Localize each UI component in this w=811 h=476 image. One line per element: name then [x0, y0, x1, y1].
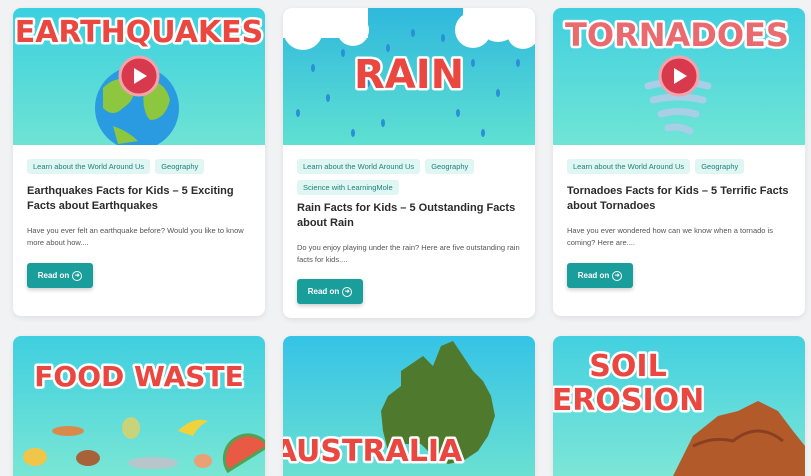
article-excerpt: Do you enjoy playing under the rain? Her… [297, 243, 520, 264]
article-excerpt: Have you ever wondered how can we know w… [567, 226, 773, 247]
tag[interactable]: Learn about the World Around Us [27, 159, 151, 174]
play-icon[interactable] [658, 55, 700, 97]
article-title[interactable]: Tornadoes Facts for Kids – 5 Terrific Fa… [567, 184, 795, 214]
article-excerpt: Have you ever felt an earthquake before?… [27, 226, 244, 247]
arrow-right-circle-icon: ➜ [72, 270, 83, 281]
article-card-earthquakes: EARTHQUAKES Learn about the World Around… [13, 8, 265, 316]
article-card-rain: RAIN Learn about the World Around Us Geo… [283, 8, 535, 318]
article-card-australia: AUSTRALIA [283, 336, 535, 476]
tag[interactable]: Learn about the World Around Us [567, 159, 691, 174]
arrow-right-circle-icon: ➜ [612, 270, 623, 281]
tag-list: Learn about the World Around Us Geograph… [297, 159, 525, 195]
read-on-button[interactable]: Read on ➜ [567, 263, 633, 288]
thumbnail-soil-erosion[interactable]: SOIL EROSION [553, 336, 805, 476]
tag[interactable]: Learn about the World Around Us [297, 159, 421, 174]
thumbnail-word: TORNADOES [565, 16, 789, 54]
article-title[interactable]: Rain Facts for Kids – 5 Outstanding Fact… [297, 201, 525, 231]
article-card-soil-erosion: SOIL EROSION [553, 336, 805, 476]
article-card-tornadoes: TORNADOES Learn about the World Around U… [553, 8, 805, 316]
button-label: Read on [307, 287, 340, 296]
arrow-right-circle-icon: ➜ [342, 286, 353, 297]
tag-list: Learn about the World Around Us Geograph… [567, 159, 795, 174]
tag[interactable]: Geography [425, 159, 475, 174]
tag[interactable]: Geography [695, 159, 745, 174]
thumbnail-earthquakes[interactable]: EARTHQUAKES [13, 8, 265, 145]
article-card-food-waste: FOOD WASTE [13, 336, 265, 476]
thumbnail-word: RAIN [354, 52, 464, 98]
thumbnail-word: EARTHQUAKES [15, 15, 264, 50]
thumbnail-australia[interactable]: AUSTRALIA [283, 336, 535, 476]
thumbnail-word: SOIL [589, 349, 666, 384]
button-label: Read on [37, 271, 70, 280]
play-icon[interactable] [118, 55, 160, 97]
button-label: Read on [577, 271, 610, 280]
tag[interactable]: Geography [155, 159, 205, 174]
thumbnail-word: AUSTRALIA [283, 434, 463, 469]
read-on-button[interactable]: Read on ➜ [297, 279, 363, 304]
thumbnail-rain[interactable]: RAIN [283, 8, 535, 145]
thumbnail-word: EROSION [553, 383, 704, 418]
thumbnail-food-waste[interactable]: FOOD WASTE [13, 336, 265, 476]
thumbnail-word: FOOD WASTE [34, 360, 243, 393]
read-on-button[interactable]: Read on ➜ [27, 263, 93, 288]
tag-list: Learn about the World Around Us Geograph… [27, 159, 255, 174]
tag[interactable]: Science with LearningMole [297, 180, 399, 195]
article-title[interactable]: Earthquakes Facts for Kids – 5 Exciting … [27, 184, 255, 214]
thumbnail-tornadoes[interactable]: TORNADOES [553, 8, 805, 145]
